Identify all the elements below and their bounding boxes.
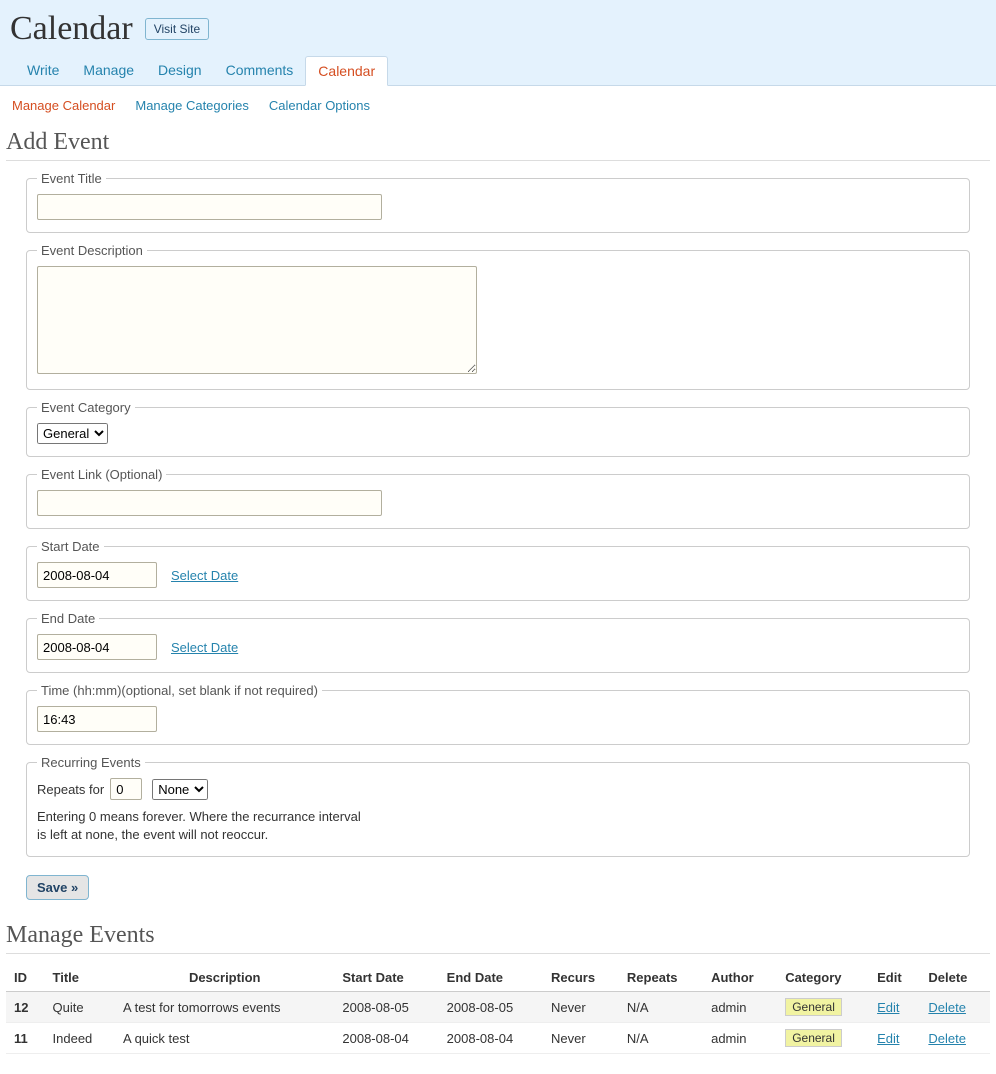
time-fieldset: Time (hh:mm)(optional, set blank if not … — [26, 683, 970, 745]
event-desc-legend: Event Description — [37, 243, 147, 258]
cell-start: 2008-08-05 — [334, 992, 438, 1023]
event-title-legend: Event Title — [37, 171, 106, 186]
events-table: ID Title Description Start Date End Date… — [6, 964, 990, 1054]
category-badge: General — [785, 998, 842, 1016]
cell-recurs: Never — [543, 1023, 619, 1054]
save-button[interactable]: Save » — [26, 875, 89, 900]
cell-title: Indeed — [45, 1023, 116, 1054]
category-badge: General — [785, 1029, 842, 1047]
title-row: Calendar Visit Site — [10, 10, 986, 56]
event-desc-fieldset: Event Description — [26, 243, 970, 390]
site-title: Calendar — [10, 10, 133, 48]
start-select-date-link[interactable]: Select Date — [171, 568, 238, 583]
event-category-fieldset: Event Category General — [26, 400, 970, 457]
end-date-input[interactable] — [37, 634, 157, 660]
cell-end: 2008-08-05 — [439, 992, 543, 1023]
recurring-fieldset: Recurring Events Repeats for None Enteri… — [26, 755, 970, 857]
event-category-select[interactable]: General — [37, 423, 108, 444]
add-event-heading: Add Event — [6, 123, 990, 161]
content: Add Event Event Title Event Description … — [0, 123, 996, 1074]
tab-calendar[interactable]: Calendar — [305, 56, 388, 86]
delete-link[interactable]: Delete — [928, 1031, 966, 1046]
cell-edit: Edit — [869, 1023, 920, 1054]
event-title-input[interactable] — [37, 194, 382, 220]
cell-desc: A test for tomorrows events — [115, 992, 334, 1023]
recurring-help: Entering 0 means forever. Where the recu… — [37, 808, 959, 844]
tab-write[interactable]: Write — [15, 56, 71, 85]
table-row: 11 Indeed A quick test 2008-08-04 2008-0… — [6, 1023, 990, 1054]
delete-link[interactable]: Delete — [928, 1000, 966, 1015]
cell-id: 11 — [6, 1023, 45, 1054]
start-date-input[interactable] — [37, 562, 157, 588]
subtab-calendar-options[interactable]: Calendar Options — [269, 98, 370, 113]
cell-recurs: Never — [543, 992, 619, 1023]
event-link-legend: Event Link (Optional) — [37, 467, 166, 482]
header: Calendar Visit Site Write Manage Design … — [0, 0, 996, 86]
table-row: 12 Quite A test for tomorrows events 200… — [6, 992, 990, 1023]
end-select-date-link[interactable]: Select Date — [171, 640, 238, 655]
cell-delete: Delete — [920, 1023, 990, 1054]
end-date-legend: End Date — [37, 611, 99, 626]
repeats-for-label: Repeats for — [37, 782, 104, 797]
cell-repeats: N/A — [619, 992, 703, 1023]
subtab-manage-categories[interactable]: Manage Categories — [135, 98, 248, 113]
cell-start: 2008-08-04 — [334, 1023, 438, 1054]
tab-comments[interactable]: Comments — [214, 56, 306, 85]
sub-tabs: Manage Calendar Manage Categories Calend… — [0, 86, 996, 123]
cell-title: Quite — [45, 992, 116, 1023]
tab-manage[interactable]: Manage — [71, 56, 146, 85]
cell-desc: A quick test — [115, 1023, 334, 1054]
main-tabs: Write Manage Design Comments Calendar — [10, 56, 986, 85]
cell-delete: Delete — [920, 992, 990, 1023]
subtab-manage-calendar[interactable]: Manage Calendar — [12, 98, 115, 113]
cell-author: admin — [703, 1023, 777, 1054]
cell-repeats: N/A — [619, 1023, 703, 1054]
time-input[interactable] — [37, 706, 157, 732]
event-title-fieldset: Event Title — [26, 171, 970, 233]
event-category-legend: Event Category — [37, 400, 135, 415]
cell-author: admin — [703, 992, 777, 1023]
repeats-unit-select[interactable]: None — [152, 779, 208, 800]
start-date-fieldset: Start Date Select Date — [26, 539, 970, 601]
cell-category: General — [777, 1023, 869, 1054]
cell-edit: Edit — [869, 992, 920, 1023]
edit-link[interactable]: Edit — [877, 1031, 899, 1046]
event-link-fieldset: Event Link (Optional) — [26, 467, 970, 529]
start-date-legend: Start Date — [37, 539, 104, 554]
recurring-legend: Recurring Events — [37, 755, 145, 770]
cell-id: 12 — [6, 992, 45, 1023]
end-date-fieldset: End Date Select Date — [26, 611, 970, 673]
event-desc-textarea[interactable] — [37, 266, 477, 374]
event-link-input[interactable] — [37, 490, 382, 516]
cell-end: 2008-08-04 — [439, 1023, 543, 1054]
edit-link[interactable]: Edit — [877, 1000, 899, 1015]
tab-design[interactable]: Design — [146, 56, 214, 85]
time-legend: Time (hh:mm)(optional, set blank if not … — [37, 683, 322, 698]
repeats-count-input[interactable] — [110, 778, 142, 800]
manage-events-heading: Manage Events — [6, 916, 990, 954]
visit-site-button[interactable]: Visit Site — [145, 18, 209, 40]
cell-category: General — [777, 992, 869, 1023]
